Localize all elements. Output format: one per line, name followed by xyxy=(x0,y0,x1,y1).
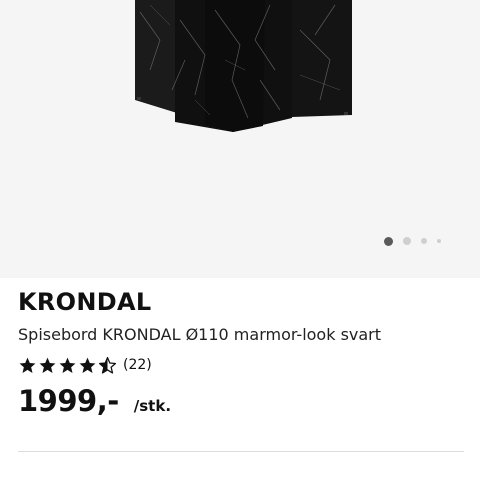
star-icon xyxy=(79,357,96,373)
carousel-dot[interactable] xyxy=(437,239,441,243)
star-icon xyxy=(59,357,76,373)
star-icon xyxy=(19,357,36,373)
divider xyxy=(18,451,464,452)
rating[interactable]: (22) xyxy=(18,355,152,375)
product-price: 1999,- xyxy=(18,384,119,418)
price-unit: /stk. xyxy=(133,397,172,415)
rating-count: (22) xyxy=(123,357,152,373)
product-image-gallery[interactable] xyxy=(0,0,480,278)
star-icon xyxy=(39,357,56,373)
carousel-dot[interactable] xyxy=(403,237,411,245)
carousel-dot[interactable] xyxy=(421,238,427,244)
carousel-indicator xyxy=(384,236,441,246)
product-name: KRONDAL xyxy=(18,288,152,316)
product-description: Spisebord KRONDAL Ø110 marmor-look svart xyxy=(18,325,382,344)
carousel-dot-active[interactable] xyxy=(384,236,393,246)
star-half-icon xyxy=(98,356,117,374)
price-row: 1999,- /stk. xyxy=(18,384,171,418)
